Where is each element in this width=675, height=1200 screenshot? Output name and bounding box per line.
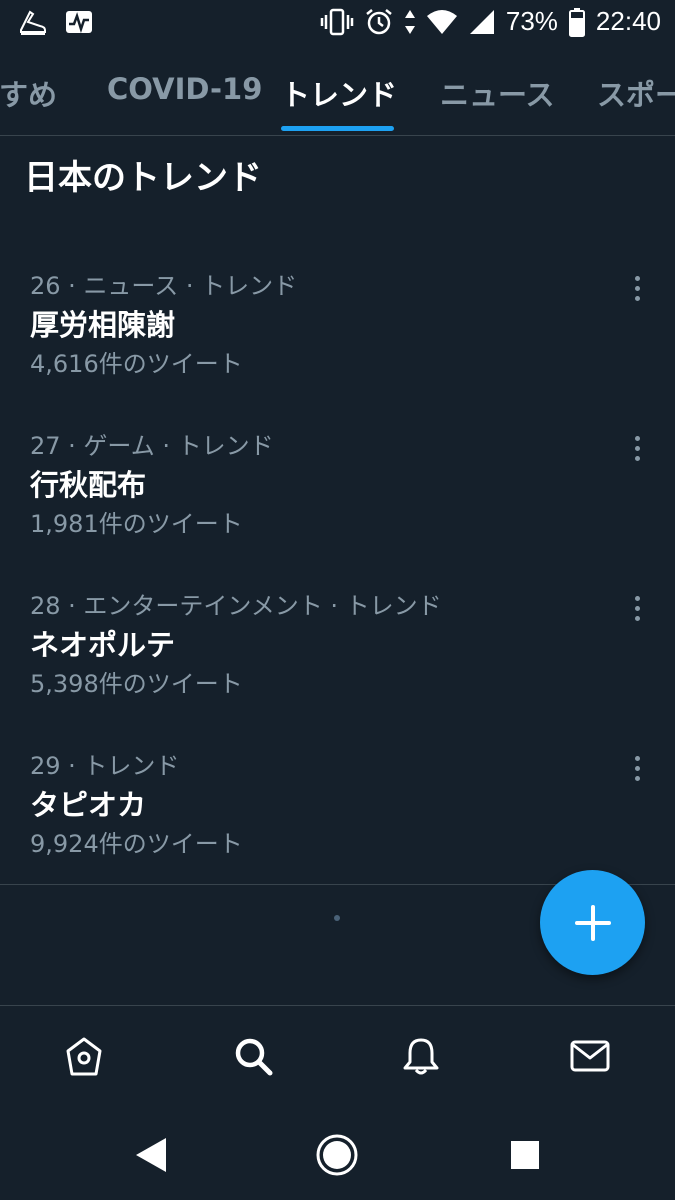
trend-tweet-count: 9,924件のツイート [30,830,243,858]
trend-meta: 26 · ニュース · トレンド [30,272,298,300]
trend-tweet-count: 5,398件のツイート [30,670,243,698]
compose-tweet-button[interactable] [540,870,645,975]
back-icon[interactable] [128,1133,172,1177]
signal-icon [468,8,496,36]
loading-indicator [334,915,340,921]
home-icon[interactable] [60,1032,108,1080]
more-options-icon[interactable] [625,748,649,788]
trend-item[interactable]: 26 · ニュース · トレンド 厚労相陳謝 4,616件のツイート [0,266,675,416]
trend-tweet-count: 1,981件のツイート [30,510,243,538]
search-icon[interactable] [229,1032,277,1080]
tab-recommended[interactable]: すすめ [0,72,57,114]
trend-title: 厚労相陳謝 [30,308,176,342]
running-shoe-icon [18,8,48,36]
page-title: 日本のトレンド [24,158,262,198]
mail-icon[interactable] [566,1032,614,1080]
trend-title: 行秋配布 [30,468,147,502]
tab-sports[interactable]: スポーツ [597,72,675,114]
battery-icon [568,7,586,37]
tab-covid19[interactable]: COVID-19 [107,72,262,106]
clock: 22:40 [595,6,661,36]
bottom-navigation [0,1005,675,1105]
activity-monitor-icon [64,8,94,36]
trend-title: タピオカ [30,788,147,822]
more-options-icon[interactable] [625,588,649,628]
trend-meta: 28 · エンターテインメント · トレンド [30,592,442,620]
system-navigation-bar [0,1105,675,1200]
trend-title: ネオポルテ [30,628,176,662]
status-bar: 73% 22:40 [0,0,675,46]
trend-meta: 27 · ゲーム · トレンド [30,432,274,460]
more-options-icon[interactable] [625,268,649,308]
home-circle-icon[interactable] [315,1133,359,1177]
data-arrows-icon [404,8,416,36]
active-tab-indicator [281,126,394,131]
trend-meta: 29 · トレンド [30,752,180,780]
bell-icon[interactable] [397,1032,445,1080]
recents-icon[interactable] [503,1133,547,1177]
vibrate-icon [320,7,354,37]
wifi-icon [426,8,458,36]
trend-item[interactable]: 28 · エンターテインメント · トレンド ネオポルテ 5,398件のツイート [0,586,675,736]
trend-item[interactable]: 27 · ゲーム · トレンド 行秋配布 1,981件のツイート [0,426,675,576]
explore-tabs: すすめ COVID-19 トレンド ニュース スポーツ [0,46,675,136]
tab-news[interactable]: ニュース [440,72,555,114]
battery-percent: 73% [505,6,558,36]
alarm-icon [364,7,394,37]
plus-icon [574,904,611,941]
tab-trends[interactable]: トレンド [281,72,397,114]
trend-tweet-count: 4,616件のツイート [30,350,243,378]
more-options-icon[interactable] [625,428,649,468]
